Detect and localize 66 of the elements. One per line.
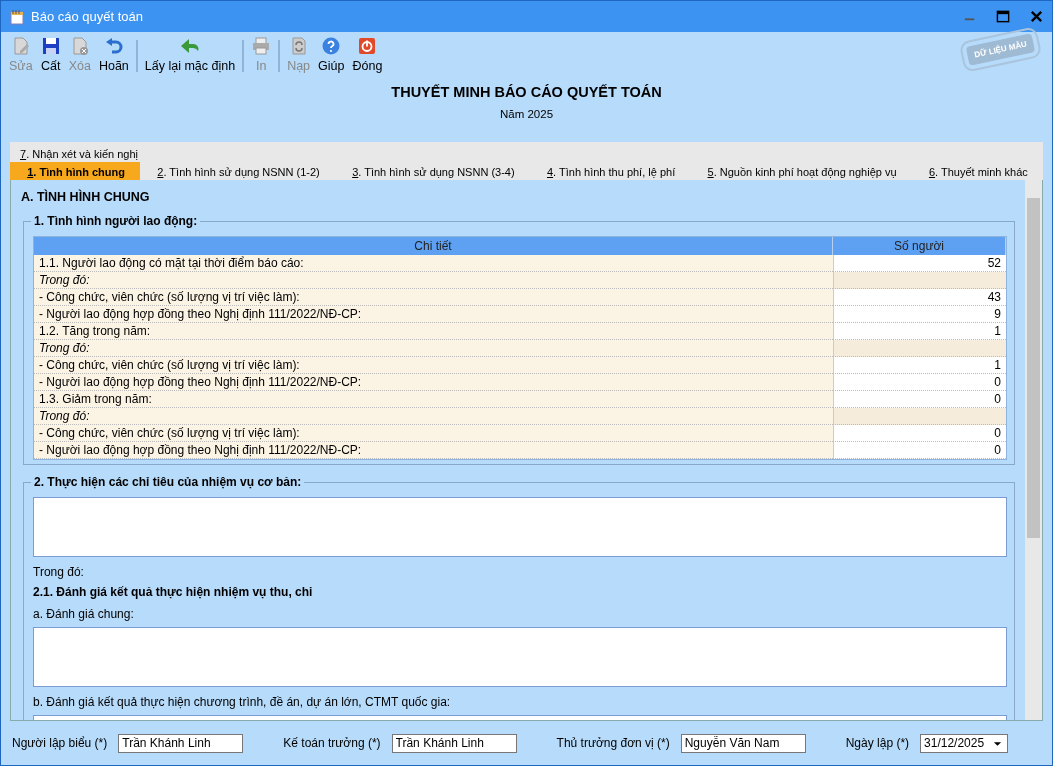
date-field[interactable]: 31/12/2025 — [920, 733, 1009, 753]
help-icon — [321, 36, 342, 56]
column-header: Chi tiết — [34, 237, 833, 255]
input-field[interactable]: Nguyễn Văn Nam — [680, 733, 806, 753]
maximize-icon[interactable] — [996, 9, 1011, 24]
close-icon[interactable] — [1029, 9, 1044, 24]
number-cell[interactable]: 1 — [833, 357, 1006, 374]
field-label: b. Đánh giá kết quả thực hiện chương trình, đề án, dự án lớn, CTMT quốc gia: — [33, 695, 452, 709]
save-icon — [40, 36, 61, 56]
field-label: Ngày lập (*) — [845, 736, 910, 750]
vertical-scrollbar[interactable] — [1025, 180, 1042, 720]
number-cell[interactable]: 1 — [833, 323, 1006, 340]
field-label: Người lập biểu (*) — [12, 736, 108, 750]
note-label: Trong đó: — [33, 565, 85, 579]
print-icon — [251, 36, 272, 56]
number-cell[interactable]: 0 — [833, 391, 1006, 408]
tab[interactable]: 2. Tình hình sử dụng NSNN (1-2) — [140, 162, 335, 180]
tab[interactable]: 7. Nhận xét và kiến nghị — [10, 144, 147, 162]
column-header: Số người — [833, 237, 1006, 255]
input-field[interactable]: Trần Khánh Linh — [391, 733, 517, 753]
back-arrow-icon — [179, 36, 200, 56]
tab[interactable]: 3. Tình hình sử dụng NSNN (3-4) — [334, 162, 530, 180]
input-field[interactable]: Trần Khánh Linh — [118, 733, 244, 753]
text-area[interactable] — [33, 627, 1007, 687]
toolbar-button[interactable]: Cất — [36, 34, 65, 75]
table-cell: 1.3. Giảm trong năm: — [34, 391, 833, 408]
text-area[interactable] — [33, 497, 1007, 557]
section-title: A. TÌNH HÌNH CHUNG — [21, 190, 151, 204]
scrollbar-thumb[interactable] — [1027, 198, 1040, 538]
dropdown-arrow-icon — [993, 740, 1003, 747]
table-cell: 1.1. Người lao động có mặt tại thời điểm báo cáo: — [34, 255, 833, 272]
notepad-icon — [9, 8, 25, 25]
group-legend: 1. Tình hình người lao động: — [31, 214, 201, 228]
subsection-heading: 2.1. Đánh giá kết quả thực hiện nhiệm vụ thu, chi — [33, 585, 314, 599]
number-cell[interactable]: 0 — [833, 425, 1006, 442]
window-title: Báo cáo quyết toán — [31, 9, 144, 24]
number-cell[interactable]: 43 — [833, 289, 1006, 306]
toolbar-button[interactable]: Giúp — [314, 34, 349, 75]
report-title: THUYẾT MINH BÁO CÁO QUYẾT TOÁN — [390, 84, 663, 100]
toolbar-button[interactable]: Hoãn — [94, 34, 133, 75]
table-cell: Trong đó: — [34, 272, 833, 289]
tab[interactable]: 6. Thuyết minh khác — [911, 162, 1043, 180]
tab[interactable]: 4. Tình hình thu phí, lệ phí — [529, 162, 691, 180]
table-cell: Trong đó: — [34, 408, 833, 425]
field-label: Thủ trưởng đơn vị (*) — [556, 736, 670, 750]
field-label: Kế toán trưởng (*) — [283, 736, 381, 750]
power-icon — [357, 36, 378, 56]
toolbar-button[interactable]: Đóng — [348, 34, 387, 75]
number-cell[interactable]: 0 — [833, 374, 1006, 391]
table-cell: - Công chức, viên chức (số lượng vị trí việc làm): — [34, 289, 833, 306]
table-cell: - Người lao động hợp đồng theo Nghị định 111/2022/NĐ-CP: — [34, 306, 833, 323]
table-cell: - Người lao động hợp đồng theo Nghị định 111/2022/NĐ-CP: — [34, 374, 833, 391]
table-cell: - Công chức, viên chức (số lượng vị trí việc làm): — [34, 357, 833, 374]
field-label: a. Đánh giá chung: — [33, 607, 135, 621]
tab[interactable]: 1. Tình hình chung — [10, 162, 141, 180]
group-legend: 2. Thực hiện các chỉ tiêu của nhiệm vụ cơ bản: — [31, 475, 305, 489]
table-cell: Trong đó: — [34, 340, 833, 357]
report-year: Năm 2025 — [498, 108, 555, 120]
tab[interactable]: 5. Nguồn kinh phí hoạt động nghiệp vụ — [690, 162, 912, 180]
table-cell: - Công chức, viên chức (số lượng vị trí việc làm): — [34, 425, 833, 442]
number-cell[interactable]: 52 — [833, 255, 1006, 272]
number-cell[interactable]: 9 — [833, 306, 1006, 323]
table-cell: 1.2. Tăng trong năm: — [34, 323, 833, 340]
toolbar-button[interactable]: Lấy lại mặc định — [140, 34, 240, 75]
table-cell: - Người lao động hợp đồng theo Nghị định 111/2022/NĐ-CP: — [34, 442, 833, 459]
number-cell[interactable]: 0 — [833, 442, 1006, 459]
